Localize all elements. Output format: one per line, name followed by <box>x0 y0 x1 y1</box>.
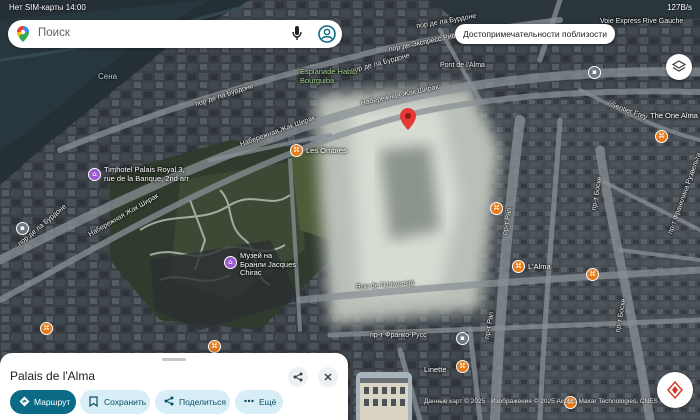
place-photo[interactable] <box>356 372 412 420</box>
bookmark-icon <box>89 396 98 407</box>
river-label: Сена <box>98 72 118 81</box>
directions-icon <box>19 396 30 407</box>
close-icon <box>324 373 332 381</box>
status-bar: Нет SIM-карты 14:00 127B/s <box>0 0 700 14</box>
restaurant-icon[interactable]: ⌘ <box>512 260 525 273</box>
place-title: Palais de l'Alma <box>10 369 95 383</box>
bus-icon[interactable]: ▪ <box>16 222 29 235</box>
status-right: 127B/s <box>667 3 692 12</box>
navigation-icon <box>667 381 683 399</box>
search-bar[interactable]: Поиск <box>8 20 342 48</box>
directions-label: Маршрут <box>34 397 71 407</box>
share-action-button[interactable]: Поделиться <box>155 390 230 414</box>
restaurant-icon[interactable]: ⌘ <box>208 340 221 353</box>
drag-handle[interactable] <box>162 358 186 361</box>
share-label: Поделиться <box>179 397 226 407</box>
layers-icon <box>672 60 686 72</box>
restaurant-icon[interactable]: ⌘ <box>290 144 303 157</box>
building-photo <box>356 372 412 420</box>
poi-linette[interactable]: Linette <box>424 365 447 375</box>
restaurant-icon[interactable]: ⌘ <box>490 202 503 215</box>
share-icon <box>164 396 174 406</box>
bus-icon[interactable]: ▪ <box>456 332 469 345</box>
restaurant-icon[interactable]: ⌘ <box>40 322 53 335</box>
search-input[interactable]: Поиск <box>38 27 70 39</box>
bus-icon[interactable]: ▪ <box>588 66 601 79</box>
museum-icon[interactable]: ⌂ <box>224 256 237 269</box>
poi-les-ombres[interactable]: Les Ombres <box>306 146 347 156</box>
more-button[interactable]: Ещё <box>235 390 283 414</box>
restaurant-icon[interactable]: ⌘ <box>655 130 668 143</box>
restaurant-icon[interactable]: ⌘ <box>456 360 469 373</box>
nearby-attractions-chip[interactable]: Достопримечательности поблизости <box>455 24 615 44</box>
street-label: Pont de l'Alma <box>440 62 485 69</box>
poi-musee-branly[interactable]: Музей на Бранли Jacques Chirac <box>240 251 300 278</box>
street-label: Voie Express Rive Gauche <box>600 18 684 25</box>
street-label: пр-т Франко-Русс <box>370 332 427 339</box>
poi-the-one-alma[interactable]: The One Alma <box>650 111 700 121</box>
directions-button[interactable]: Маршрут <box>10 390 76 414</box>
layers-button[interactable] <box>666 54 692 80</box>
poi-timhotel[interactable]: Timhotel Palais Royal 3, rue de la Banqu… <box>104 165 194 183</box>
selected-place-pin[interactable] <box>400 108 416 130</box>
more-icon <box>244 399 254 403</box>
save-button[interactable]: Сохранить <box>80 390 150 414</box>
restaurant-icon[interactable]: ⌘ <box>586 268 599 281</box>
microphone-icon[interactable] <box>292 26 302 41</box>
share-icon <box>293 372 303 382</box>
account-icon[interactable] <box>318 25 336 43</box>
status-left: Нет SIM-карты 14:00 <box>9 3 86 12</box>
map-attribution: Данные карт © 2025 · Изображения © 2025 … <box>424 398 682 405</box>
maps-logo-icon <box>17 26 29 42</box>
poi-lalma[interactable]: L'Alma <box>528 262 551 272</box>
hotel-icon[interactable]: ⌂ <box>88 168 101 181</box>
share-button[interactable] <box>288 367 308 387</box>
save-label: Сохранить <box>104 397 147 407</box>
my-location-button[interactable] <box>657 372 693 408</box>
close-button[interactable] <box>318 367 338 387</box>
poi-esplanade[interactable]: Esplanade Habib Bourguiba <box>300 67 360 85</box>
more-label: Ещё <box>259 397 277 407</box>
